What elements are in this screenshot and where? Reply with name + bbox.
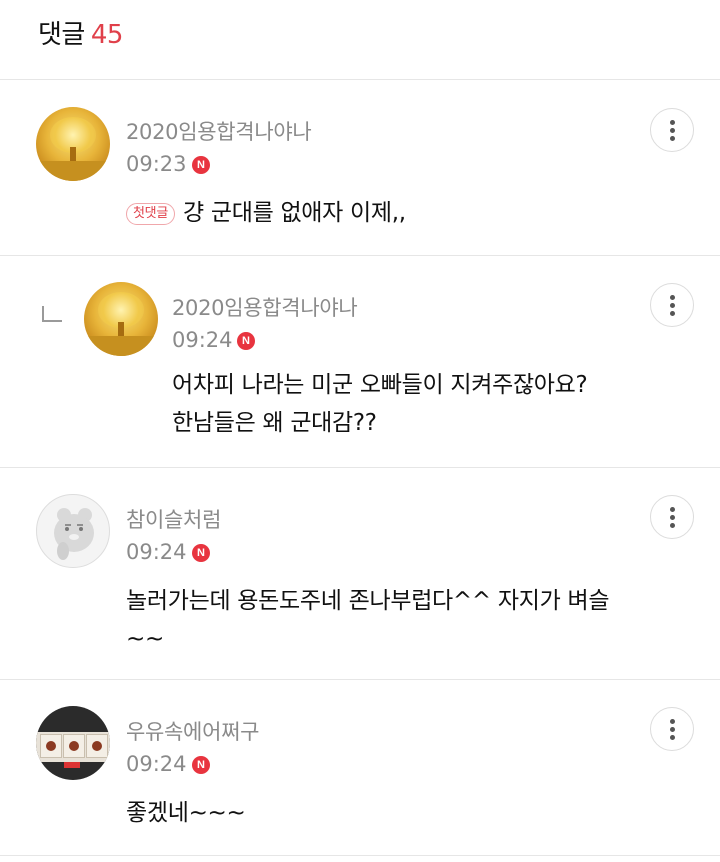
comment-text: 어차피 나라는 미군 오빠들이 지켜주잖아요? 한남들은 왜 군대감?? — [172, 366, 588, 442]
comment-item: 우유속에어쩌구 09:24 N 좋겠네~~~ — [0, 680, 720, 856]
new-badge: N — [192, 156, 210, 174]
more-vertical-icon — [670, 719, 675, 740]
new-badge: N — [237, 332, 255, 350]
comment-time: 09:24 — [172, 328, 233, 352]
comment-text-line: 놀러가는데 용돈도주네 존나부럽다^^ 자지가 벼슬 — [126, 588, 610, 614]
comment-text-line: 좋겠네~~~ — [126, 800, 246, 826]
comment-username[interactable]: 우유속에어쩌구 — [126, 716, 259, 746]
avatar[interactable] — [36, 107, 110, 181]
avatar[interactable] — [36, 494, 110, 568]
avatar[interactable] — [84, 282, 158, 356]
comment-username[interactable]: 참이슬처럼 — [126, 504, 221, 534]
new-badge: N — [192, 756, 210, 774]
comment-text-line: 한남들은 왜 군대감?? — [172, 410, 377, 436]
comment-time: 09:24 — [126, 540, 187, 564]
new-badge: N — [192, 544, 210, 562]
more-vertical-icon — [670, 507, 675, 528]
comment-item: 참이슬처럼 09:24 N 놀러가는데 용돈도주네 존나부럽다^^ 자지가 벼슬… — [0, 468, 720, 680]
avatar[interactable] — [36, 706, 110, 780]
comment-time: 09:24 — [126, 752, 187, 776]
comment-item-reply: 2020임용합격나야나 09:24 N 어차피 나라는 미군 오빠들이 지켜주잖… — [0, 256, 720, 468]
comment-text-line: 걍 군대를 없애자 이제,, — [182, 200, 406, 226]
comment-username[interactable]: 2020임용합격나야나 — [172, 292, 358, 322]
comment-count: 45 — [90, 20, 124, 50]
ryan-character-icon — [54, 508, 94, 560]
comment-time: 09:23 — [126, 152, 187, 176]
comment-text: 좋겠네~~~ — [126, 794, 246, 832]
reply-arrow-icon — [42, 306, 62, 322]
more-vertical-icon — [670, 295, 675, 316]
more-vertical-icon — [670, 120, 675, 141]
header-title: 댓글 45 — [38, 14, 123, 51]
comment-item: 2020임용합격나야나 09:23 N 첫댓글 걍 군대를 없애자 이제,, — [0, 80, 720, 256]
comment-text: 첫댓글 걍 군대를 없애자 이제,, — [126, 194, 406, 232]
comment-username[interactable]: 2020임용합격나야나 — [126, 116, 312, 146]
comments-header: 댓글 45 — [0, 0, 720, 80]
comment-text: 놀러가는데 용돈도주네 존나부럽다^^ 자지가 벼슬 ~~ — [126, 582, 609, 658]
more-options-button[interactable] — [650, 495, 694, 539]
comment-text-line: ~~ — [126, 626, 164, 652]
more-options-button[interactable] — [650, 283, 694, 327]
more-options-button[interactable] — [650, 707, 694, 751]
first-comment-badge: 첫댓글 — [126, 203, 175, 225]
header-label: 댓글 — [38, 20, 85, 50]
more-options-button[interactable] — [650, 108, 694, 152]
comment-text-line: 어차피 나라는 미군 오빠들이 지켜주잖아요? — [172, 372, 588, 398]
